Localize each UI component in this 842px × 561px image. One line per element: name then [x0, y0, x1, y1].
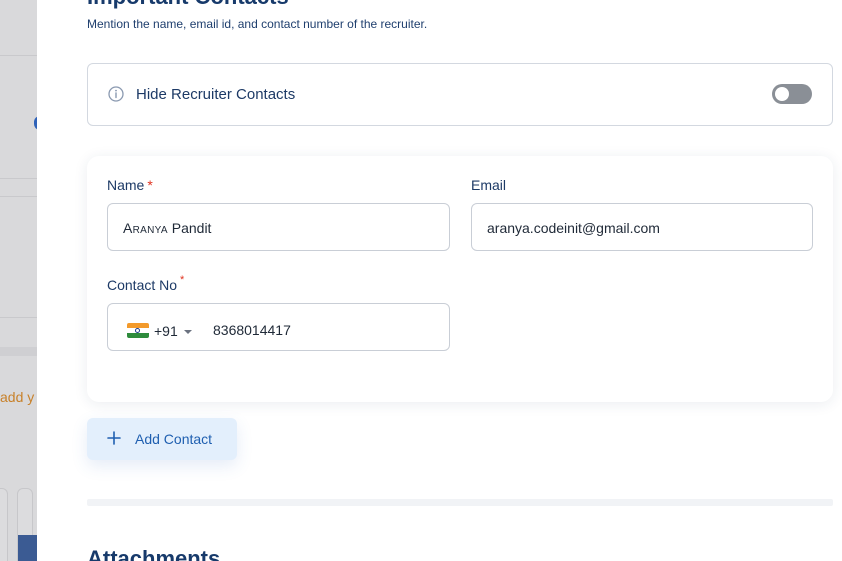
section-subtitle: Mention the name, email id, and contact …	[87, 17, 428, 31]
section-divider	[87, 499, 833, 506]
background-page: add y	[0, 0, 37, 561]
email-value: aranya.codeinit@gmail.com	[487, 220, 660, 236]
contacts-drawer: Important Contacts Mention the name, ema…	[37, 0, 842, 561]
name-value: Aranya Pandit	[123, 220, 212, 236]
hide-contacts-label: Hide Recruiter Contacts	[136, 86, 296, 103]
email-input[interactable]: aranya.codeinit@gmail.com	[471, 203, 813, 251]
background-block	[18, 535, 37, 561]
india-flag-icon	[127, 323, 149, 338]
hide-contacts-panel: Hide Recruiter Contacts	[87, 63, 833, 126]
background-divider	[0, 178, 37, 179]
email-label: Email	[471, 177, 507, 193]
name-label: Name *	[107, 177, 153, 193]
contact-card: Name * Aranya Pandit Email aranya.codeini…	[87, 156, 833, 402]
required-mark: *	[180, 274, 185, 286]
contact-label: Contact No *	[107, 274, 185, 293]
add-contact-button[interactable]: Add Contact	[87, 418, 237, 460]
background-divider	[0, 55, 37, 56]
toggle-knob	[775, 87, 789, 101]
contact-input[interactable]: +91 8368014417	[107, 303, 450, 351]
country-code-select[interactable]: +91	[154, 323, 178, 339]
background-card	[0, 488, 8, 561]
background-divider	[0, 196, 37, 197]
add-contact-label: Add Contact	[135, 431, 213, 447]
attachments-title: Attachments	[87, 546, 221, 561]
background-divider	[0, 317, 37, 318]
hide-contacts-toggle[interactable]	[772, 84, 812, 104]
background-text: add y	[0, 389, 35, 405]
phone-number-value: 8368014417	[213, 322, 291, 338]
plus-icon	[107, 431, 121, 445]
name-input[interactable]: Aranya Pandit	[107, 203, 450, 251]
background-band	[0, 347, 37, 356]
chevron-down-icon[interactable]	[184, 330, 192, 334]
info-icon	[108, 86, 124, 102]
section-title: Important Contacts	[87, 0, 289, 10]
required-mark: *	[147, 177, 153, 193]
